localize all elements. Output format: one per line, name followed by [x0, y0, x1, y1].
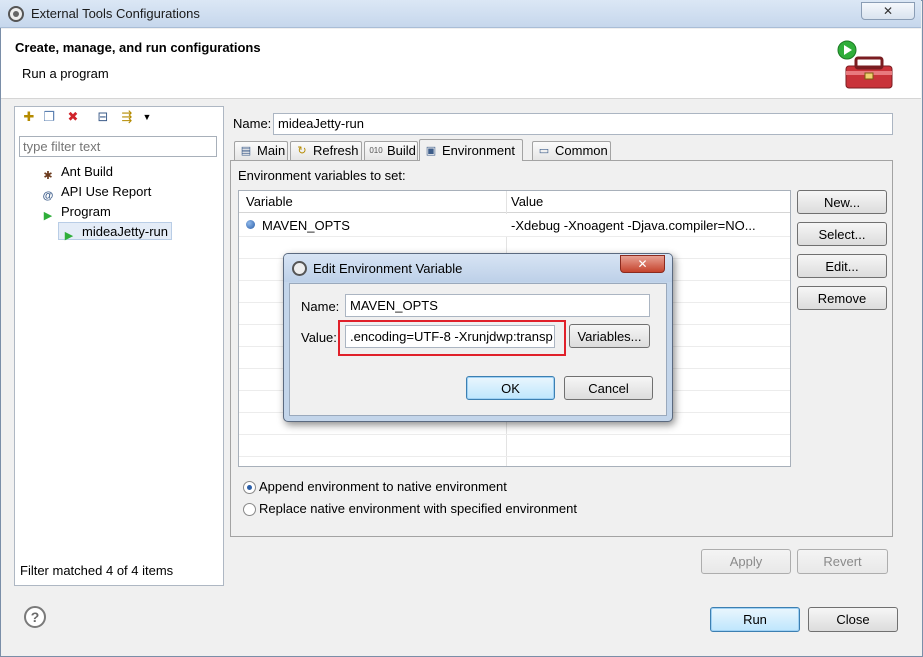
- build-tab-icon: 010: [369, 146, 383, 155]
- tree-item-ant-build[interactable]: ✱ Ant Build: [40, 163, 114, 182]
- dialog-value-label: Value:: [301, 330, 337, 345]
- append-environment-label: Append environment to native environment: [259, 479, 507, 494]
- tree-item-label: Program: [61, 204, 111, 219]
- tree-item-program[interactable]: ▶ Program: [40, 203, 111, 222]
- tab-label: Refresh: [313, 143, 359, 158]
- tab-main[interactable]: ▤ Main: [234, 141, 288, 161]
- filter-status: Filter matched 4 of 4 items: [20, 563, 174, 578]
- dialog-close-button[interactable]: ✕: [620, 255, 665, 273]
- window-title: External Tools Configurations: [31, 6, 200, 21]
- remove-variable-button[interactable]: Remove: [797, 286, 887, 310]
- environment-variables-label: Environment variables to set:: [238, 168, 406, 183]
- tree-item-label: Ant Build: [61, 164, 114, 179]
- tab-refresh[interactable]: ↻ Refresh: [290, 141, 362, 161]
- refresh-tab-icon: ↻: [297, 145, 307, 157]
- edit-environment-variable-dialog: Edit Environment Variable ✕ Name: MAVEN_…: [283, 253, 673, 422]
- row-value: -Xdebug -Xnoagent -Djava.compiler=NO...: [511, 218, 756, 233]
- grid-line: [239, 456, 790, 457]
- table-header: Variable Value: [239, 191, 790, 213]
- run-button[interactable]: Run: [710, 607, 800, 632]
- eclipse-app-icon: [8, 6, 24, 22]
- column-header-variable[interactable]: Variable: [246, 194, 293, 209]
- select-variable-button[interactable]: Select...: [797, 222, 887, 246]
- duplicate-config-icon[interactable]: ❐: [40, 108, 58, 126]
- tree-item-api-use-report[interactable]: @ API Use Report: [40, 183, 152, 202]
- grid-line: [239, 236, 790, 237]
- tab-label: Main: [257, 143, 286, 158]
- apply-button[interactable]: Apply: [701, 549, 791, 574]
- close-button[interactable]: Close: [808, 607, 898, 632]
- variable-bullet-icon: [246, 220, 255, 229]
- environment-tab-icon: ▣: [425, 145, 437, 157]
- tab-label: Common: [555, 143, 608, 158]
- help-icon[interactable]: ?: [24, 606, 46, 628]
- column-header-value[interactable]: Value: [511, 194, 543, 209]
- collapse-all-icon[interactable]: ⊟: [94, 108, 112, 126]
- dialog-name-field[interactable]: MAVEN_OPTS: [345, 294, 650, 317]
- header-title: Create, manage, and run configurations: [15, 40, 261, 55]
- tab-environment[interactable]: ▣ Environment: [419, 139, 523, 161]
- append-environment-radio[interactable]: [243, 481, 256, 494]
- replace-environment-label: Replace native environment with specifie…: [259, 501, 577, 516]
- filter-input[interactable]: [19, 136, 217, 157]
- dialog-title: Edit Environment Variable: [313, 261, 463, 276]
- program-config-icon: ▶: [64, 230, 74, 242]
- view-menu-dropdown-icon[interactable]: ▼: [138, 108, 156, 126]
- api-use-report-icon: @: [42, 190, 54, 202]
- tab-build[interactable]: 010 Build: [364, 141, 418, 161]
- tab-common[interactable]: ▭ Common: [532, 141, 611, 161]
- grid-line: [239, 434, 790, 435]
- program-icon: ▶: [43, 210, 53, 222]
- dialog-cancel-button[interactable]: Cancel: [564, 376, 653, 400]
- delete-config-icon[interactable]: ✖: [64, 108, 82, 126]
- table-row[interactable]: MAVEN_OPTS -Xdebug -Xnoagent -Djava.comp…: [239, 214, 790, 236]
- common-tab-icon: ▭: [538, 145, 550, 157]
- dialog-app-icon: [292, 261, 307, 276]
- tree-item-midea-jetty-run[interactable]: ▶ mideaJetty-run: [58, 222, 172, 242]
- row-variable: MAVEN_OPTS: [262, 218, 350, 233]
- value-highlight-box: [338, 320, 566, 356]
- tab-label: Build: [387, 143, 416, 158]
- variables-button[interactable]: Variables...: [569, 324, 650, 348]
- main-tab-icon: ▤: [240, 145, 252, 157]
- name-label: Name:: [233, 116, 272, 131]
- tree-item-label: API Use Report: [61, 184, 152, 199]
- tree-item-label: mideaJetty-run: [82, 224, 168, 239]
- edit-variable-button[interactable]: Edit...: [797, 254, 887, 278]
- revert-button[interactable]: Revert: [797, 549, 888, 574]
- window-close-button[interactable]: ✕: [861, 2, 915, 20]
- tab-label: Environment: [442, 143, 515, 158]
- dialog-name-label: Name:: [301, 299, 340, 314]
- replace-environment-radio[interactable]: [243, 503, 256, 516]
- header-subtitle: Run a program: [22, 66, 109, 81]
- config-name-field[interactable]: mideaJetty-run: [273, 113, 893, 135]
- ant-build-icon: ✱: [43, 170, 53, 182]
- dialog-ok-button[interactable]: OK: [466, 376, 555, 400]
- new-variable-button[interactable]: New...: [797, 190, 887, 214]
- filter-icon[interactable]: ⇶: [118, 108, 136, 126]
- toolbox-icon: [837, 40, 893, 89]
- new-config-icon[interactable]: ✚: [20, 108, 38, 126]
